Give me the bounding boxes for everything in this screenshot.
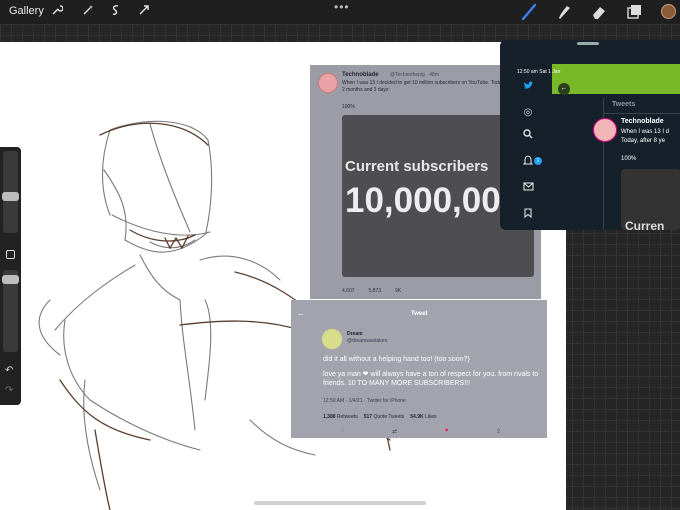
redo-icon[interactable]: ↷ (5, 385, 13, 396)
share-icon: ⇪ (495, 429, 501, 435)
reply-count: 4,607 (342, 288, 355, 294)
likes-label: Likes (424, 414, 437, 420)
reply-author-handle: @dreamwastaken (347, 338, 388, 344)
reply-author-name: Dream (347, 331, 363, 337)
twitter-avatar[interactable] (593, 118, 617, 142)
opacity-thumb[interactable] (2, 275, 19, 284)
search-icon[interactable] (520, 129, 536, 145)
notification-badge: 1 (534, 157, 542, 165)
quotes-value: 517 (363, 414, 373, 420)
twitter-percent: 100% (621, 156, 637, 162)
window-grabber[interactable] (577, 42, 599, 45)
reply-counts: 1,388 Retweets 517 Quote Tweets 54.9K Li… (323, 414, 437, 420)
twitter-back-icon[interactable]: ← (558, 83, 570, 95)
tweet-author-handle: @Technothepig · 48m (390, 72, 439, 78)
tweet-avatar (318, 73, 338, 93)
tweet-stats: 4,607 5,873 9K (342, 288, 401, 294)
twitter-text-line1: When I was 13 I d (621, 129, 670, 135)
quotes-label: Quote Tweets (373, 414, 405, 420)
layers-icon[interactable] (625, 3, 643, 21)
reply-meta: 12:50 AM · 1/4/21 · Twitter for iPhone (323, 398, 406, 404)
undo-icon[interactable]: ↶ (5, 365, 13, 376)
tweet-author-name: Technoblade (342, 72, 379, 78)
reply-avatar (321, 328, 343, 350)
selection-icon[interactable] (108, 4, 124, 20)
tweet-percent: 100% (342, 104, 355, 110)
brush-icon[interactable] (520, 3, 538, 21)
reply-icon: ◌ (341, 428, 345, 434)
like-count: 9K (395, 288, 402, 294)
transform-icon[interactable] (136, 4, 152, 20)
more-options-icon[interactable]: ••• (334, 0, 350, 14)
twitter-text-line2: Today, after 8 ye (621, 138, 665, 144)
retweets-label: Retweets (336, 414, 358, 420)
messages-icon[interactable] (520, 181, 536, 197)
tweets-tab-label[interactable]: Tweets (612, 101, 635, 108)
reply-text-line2: love ya man ❤ will always have a ton of … (323, 371, 539, 387)
top-toolbar: Gallery ••• (0, 0, 680, 24)
eraser-icon[interactable] (590, 3, 608, 21)
home-indicator[interactable] (254, 501, 426, 505)
subscriber-card-title: Current subscribers (345, 158, 489, 175)
status-bar-text: 12:50 am Sat 1 Jan (517, 69, 561, 75)
reference-image-reply[interactable]: ← Tweet Dream @dreamwastaken did it all … (291, 300, 547, 438)
likes-value: 54.9K (410, 414, 424, 420)
twitter-media[interactable]: Curren (621, 169, 680, 230)
twitter-header-banner (552, 64, 680, 94)
reply-header-title: Tweet (411, 311, 428, 317)
gallery-button[interactable]: Gallery (9, 5, 44, 17)
bookmarks-icon[interactable] (520, 208, 536, 224)
twitter-slide-over[interactable]: 12:50 am Sat 1 Jan ← ◎ 1 Tweets Technobl… (500, 40, 680, 230)
fleets-icon[interactable]: ◎ (520, 105, 536, 121)
modify-button[interactable] (6, 250, 15, 259)
twitter-media-text: Curren (625, 219, 665, 230)
reply-text-line1: did it all without a helping hand too! (… (323, 356, 470, 363)
retweet-icon: ⇄ (392, 429, 398, 435)
twitter-bird-icon[interactable] (520, 81, 536, 97)
left-sidebar: ↶ ↷ (0, 147, 21, 405)
magic-wand-icon[interactable] (80, 4, 96, 20)
color-picker-swatch[interactable] (661, 4, 676, 19)
smudge-icon[interactable] (555, 3, 573, 21)
subscriber-count: 10,000,00 (345, 181, 501, 220)
retweet-count: 5,873 (368, 288, 382, 294)
tweets-separator (604, 113, 680, 114)
brush-size-thumb[interactable] (2, 192, 19, 201)
wrench-icon[interactable] (49, 4, 65, 20)
twitter-tweet-text: When I was 13 I d Today, after 8 ye (621, 128, 669, 146)
heart-icon: ♥ (444, 428, 449, 434)
retweets-value: 1,388 (323, 414, 336, 420)
twitter-author-name[interactable]: Technoblade (621, 118, 664, 125)
reply-actions: ◌ ⇄ ♥ ⇪ (341, 428, 501, 435)
back-arrow-icon: ← (297, 309, 305, 318)
